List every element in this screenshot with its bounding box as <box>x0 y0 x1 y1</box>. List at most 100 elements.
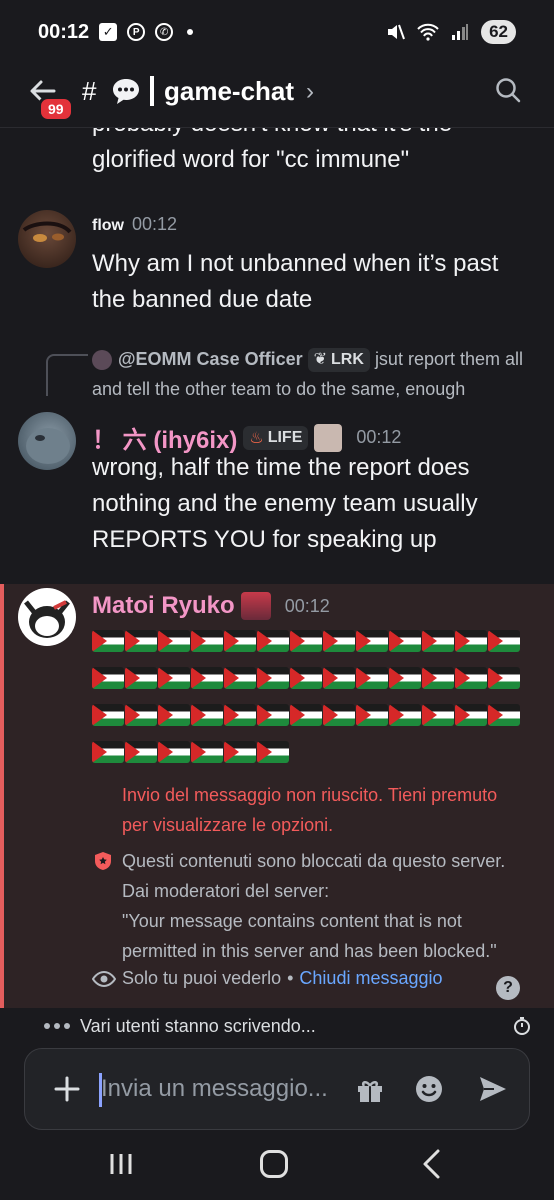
author-name[interactable]: Matoi Ryuko <box>92 592 235 620</box>
palestine-flag-icon <box>92 740 124 763</box>
home-icon[interactable] <box>260 1150 288 1178</box>
palestine-flag-icon <box>422 629 454 652</box>
mute-icon <box>388 24 406 40</box>
palestine-flag-icon <box>224 703 256 726</box>
gift-icon[interactable] <box>355 1075 385 1105</box>
blocked-line: Dai moderatori del server: <box>122 881 330 901</box>
ephemeral-notice: Solo tu puoi vederlo • Chiudi messaggio <box>92 968 443 989</box>
palestine-flag-icon <box>158 666 190 689</box>
palestine-flag-icon <box>224 666 256 689</box>
palestine-flag-icon <box>224 629 256 652</box>
palestine-flag-icon <box>422 666 454 689</box>
search-icon[interactable] <box>494 76 522 104</box>
timestamp: 00:12 <box>356 427 402 447</box>
palestine-flag-icon <box>224 740 256 763</box>
flag-row <box>92 733 521 770</box>
palestine-flag-icon <box>455 666 487 689</box>
help-icon[interactable]: ? <box>496 976 520 1000</box>
palestine-flag-icon <box>290 666 322 689</box>
author-name[interactable]: flow <box>92 217 124 235</box>
flame-icon: ♨ <box>249 429 264 447</box>
error-message: Invio del messaggio non riuscito. Tieni … <box>122 785 498 835</box>
eye-icon <box>92 970 116 987</box>
slowmode-timer-icon[interactable] <box>512 1016 532 1036</box>
palestine-flag-icon <box>191 740 223 763</box>
palestine-flag-icon <box>92 666 124 689</box>
battery-indicator: 62 <box>481 20 516 44</box>
system-nav-bar <box>0 1130 554 1200</box>
send-icon[interactable] <box>477 1073 509 1105</box>
role-tag: ♨ LIFE <box>243 425 309 450</box>
blocked-quote: "Your message contains content that is n… <box>122 911 497 961</box>
palestine-flag-icon <box>455 629 487 652</box>
reply-author: @EOMM Case Officer <box>118 349 303 369</box>
channel-hash-icon: # <box>82 76 97 106</box>
palestine-flag-icon <box>191 703 223 726</box>
palestine-flag-icon <box>257 629 289 652</box>
palestine-flag-icon <box>158 703 190 726</box>
timestamp: 00:12 <box>284 595 330 616</box>
wifi-icon <box>417 23 439 41</box>
separator-dot: • <box>287 968 294 988</box>
message-text-partial: probably doesn't know that it's the glor… <box>92 128 452 173</box>
blocked-line: Questi contenuti sono bloccati da questo… <box>122 851 506 871</box>
flag-row <box>92 659 521 696</box>
flag-emoji-block <box>92 622 521 770</box>
palestine-flag-icon <box>125 629 157 652</box>
channel-title[interactable]: game-chat <box>164 76 294 107</box>
palestine-flag-icon <box>191 629 223 652</box>
back-icon[interactable] <box>420 1148 442 1180</box>
ephemeral-label: Solo tu puoi vederlo <box>122 968 282 988</box>
palestine-flag-icon <box>323 666 355 689</box>
palestine-flag-icon <box>191 666 223 689</box>
shield-icon <box>95 852 111 870</box>
avatar[interactable] <box>18 412 76 470</box>
palestine-flag-icon <box>125 740 157 763</box>
recent-apps-icon[interactable] <box>108 1152 134 1176</box>
palestine-flag-icon <box>257 703 289 726</box>
speech-bubble-icon <box>113 79 139 104</box>
status-bar: 00:12 ✓ P ✆ 62 <box>0 0 554 64</box>
chevron-right-icon[interactable]: › <box>306 78 314 106</box>
clock: 00:12 <box>38 20 90 43</box>
dismiss-message-link[interactable]: Chiudi messaggio <box>299 968 442 989</box>
palestine-flag-icon <box>125 703 157 726</box>
more-notifications-icon <box>187 29 194 35</box>
palestine-flag-icon <box>488 666 520 689</box>
palestine-flag-icon <box>389 666 421 689</box>
palestine-flag-icon <box>323 629 355 652</box>
palestine-flag-icon <box>356 703 388 726</box>
palestine-flag-icon <box>158 740 190 763</box>
badge-icon <box>240 592 271 620</box>
reply-preview[interactable]: @EOMM Case Officer ❦ LRK jsut report them… <box>92 344 532 404</box>
plus-icon[interactable] <box>51 1073 83 1105</box>
checkbox-notification-icon: ✓ <box>99 23 118 41</box>
message-text: wrong, half the time the report does not… <box>92 454 478 553</box>
channel-header: 99 # game-chat › <box>0 64 554 128</box>
palestine-flag-icon <box>389 703 421 726</box>
palestine-flag-icon <box>488 703 520 726</box>
palestine-flag-icon <box>290 629 322 652</box>
palestine-flag-icon <box>257 666 289 689</box>
message-header: Matoi Ryuko 00:12 <box>92 592 330 620</box>
typing-text: Vari utenti stanno scrivendo... <box>80 1015 316 1036</box>
flag-row <box>92 696 521 733</box>
unread-badge: 99 <box>38 96 74 122</box>
palestine-flag-icon <box>455 703 487 726</box>
palestine-flag-icon <box>488 629 520 652</box>
emoji-icon[interactable] <box>413 1073 445 1105</box>
palestine-flag-icon <box>356 666 388 689</box>
typing-dots-icon <box>44 1023 70 1029</box>
message-composer: Invia un messaggio... <box>24 1048 530 1130</box>
role-tag: ❦ LRK <box>307 348 370 373</box>
avatar[interactable] <box>18 210 76 268</box>
palestine-flag-icon <box>389 629 421 652</box>
message-list[interactable]: probably doesn't know that it's the glor… <box>0 128 554 1008</box>
signal-icon <box>452 24 469 40</box>
palestine-flag-icon <box>92 629 124 652</box>
pinterest-icon: P <box>127 23 146 41</box>
typing-indicator: Vari utenti stanno scrivendo... <box>0 1008 554 1044</box>
message-input[interactable]: Invia un messaggio... <box>101 1075 341 1103</box>
palestine-flag-icon <box>92 703 124 726</box>
avatar[interactable] <box>18 588 76 646</box>
